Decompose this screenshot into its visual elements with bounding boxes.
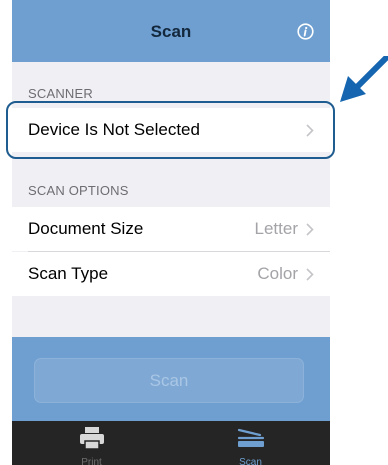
- chevron-right-icon: [306, 123, 314, 137]
- scan-type-label: Scan Type: [28, 264, 109, 283]
- printer-icon: [79, 427, 104, 450]
- device-select-row[interactable]: Device Is Not Selected: [12, 108, 330, 152]
- app-screen: Scan SCANNER Device Is Not Selected SCAN…: [12, 0, 330, 465]
- document-size-value: Letter: [254, 219, 298, 238]
- tab-print-label: Print: [81, 457, 102, 465]
- chevron-right-icon: [306, 222, 314, 236]
- tab-bar: Print Scan: [12, 421, 330, 465]
- scanner-icon: [237, 428, 264, 447]
- info-icon[interactable]: [297, 23, 314, 40]
- document-size-label: Document Size: [28, 219, 144, 238]
- tab-scan[interactable]: Scan: [171, 421, 330, 465]
- document-size-row[interactable]: Document Size Letter: [12, 207, 330, 251]
- tab-print[interactable]: Print: [12, 421, 171, 465]
- chevron-right-icon: [306, 267, 314, 281]
- page-title: Scan: [150, 22, 192, 41]
- tab-scan-label: Scan: [239, 457, 262, 465]
- device-row-label: Device Is Not Selected: [28, 120, 200, 139]
- scan-button[interactable]: Scan: [34, 358, 304, 403]
- section-header-scan-options: SCAN OPTIONS: [28, 183, 129, 198]
- action-panel: Scan: [12, 337, 330, 421]
- navigation-bar: Scan: [12, 0, 330, 62]
- scan-type-value: Color: [257, 264, 298, 283]
- section-header-scanner: SCANNER: [28, 86, 93, 101]
- scan-type-row[interactable]: Scan Type Color: [12, 252, 330, 296]
- pointer-arrow-icon: [340, 56, 388, 102]
